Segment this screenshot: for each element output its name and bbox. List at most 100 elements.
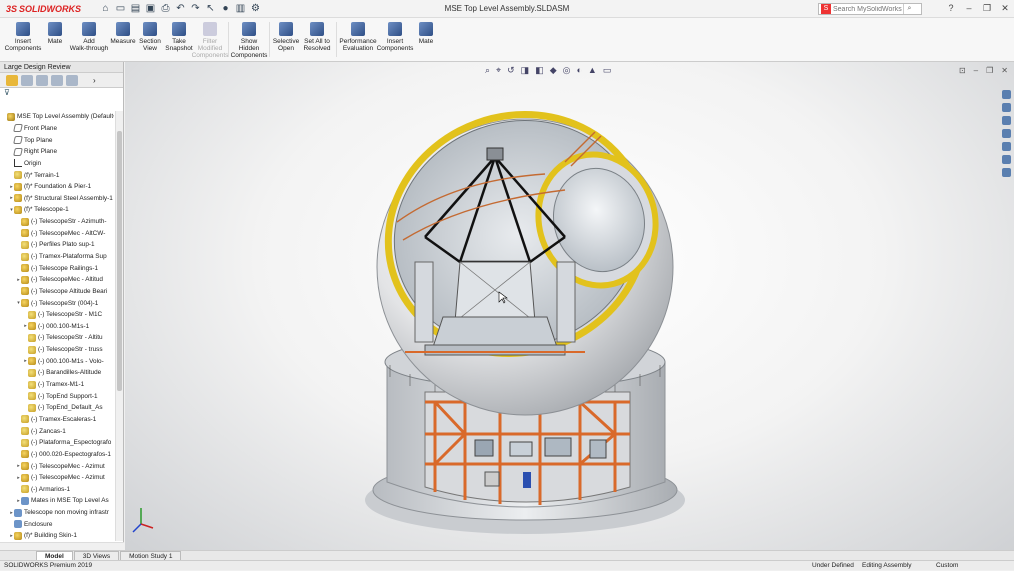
tree-item[interactable]: Top Plane [0, 134, 114, 146]
tree-item[interactable]: (f)* Terrain-1 [0, 169, 114, 181]
tree-item[interactable]: (-) Armarios-1 [0, 484, 114, 496]
feature-manager-tab-icon[interactable] [6, 74, 18, 86]
tree-item[interactable]: (-) Barandilles-Altitude [0, 367, 114, 379]
filter-icon[interactable]: ⊽ [0, 88, 123, 98]
ribbon-button-take-snapshot[interactable]: Take Snapshot [164, 18, 194, 61]
view-palette-icon[interactable] [1002, 129, 1011, 138]
select-icon[interactable]: ↖ [205, 3, 216, 14]
tree-item[interactable]: (-) Tramex-M1-1 [0, 379, 114, 391]
tree-item[interactable]: Origin [0, 158, 114, 170]
tree-item[interactable]: (-) Telescope Railings-1 [0, 262, 114, 274]
tree-item-label: (f)* Building Skin-1 [24, 532, 77, 540]
file-explorer-icon[interactable] [1002, 116, 1011, 125]
ribbon-button-label: Measure [110, 38, 136, 45]
tree-item[interactable]: ▾ (f)* Telescope-1 [0, 204, 114, 216]
tree-item[interactable]: ▸ (-) 000.100-M1s - Volo- [0, 355, 114, 367]
ribbon-button-filter-modified-components[interactable]: Filter Modified Components [192, 18, 228, 61]
tree-item[interactable]: (-) Plataforma_Espectografo [0, 437, 114, 449]
display-manager-tab-icon[interactable] [66, 74, 78, 86]
tab-3d-views[interactable]: 3D Views [73, 551, 120, 560]
part-icon [28, 333, 36, 342]
tree-item[interactable]: ▸ (f)* Foundation & Pier-1 [0, 181, 114, 193]
solidworks-forum-icon[interactable] [1002, 168, 1011, 177]
horizontal-scrollbar[interactable] [0, 542, 124, 550]
tree-item[interactable]: ▾ (-) TelescopeStr (004)-1 [0, 297, 114, 309]
ribbon-button-add-walk-through[interactable]: Add Walk-through [68, 18, 110, 61]
tree-item[interactable]: (-) TopEnd_Default_As [0, 402, 114, 414]
tree-item[interactable]: (-) TelescopeStr - Altitu [0, 332, 114, 344]
property-manager-tab-icon[interactable] [21, 74, 33, 86]
options-icon[interactable]: ⚙ [250, 3, 261, 14]
search-box[interactable]: S ⌕ [818, 3, 922, 15]
part-icon [28, 310, 36, 319]
tree-scrollbar[interactable] [115, 111, 123, 541]
ribbon-button-measure[interactable]: Measure [110, 18, 136, 61]
file-properties-icon[interactable]: ▥ [235, 3, 246, 14]
close-icon[interactable]: ✕ [1000, 3, 1010, 14]
solidworks-resources-icon[interactable] [1002, 90, 1011, 99]
open-file-icon[interactable]: ▤ [130, 3, 141, 14]
tree-item[interactable]: (-) Telescope Altitude Beari [0, 286, 114, 298]
search-icon[interactable]: ⌕ [903, 4, 915, 14]
ribbon-button-mate[interactable]: Mate [42, 18, 68, 61]
tree-item[interactable]: ▸ (f)* Building Skin-1 [0, 530, 114, 542]
tree-item[interactable]: ▸ (-) TelescopeMec - Azimut [0, 460, 114, 472]
tree-item-label: (-) TelescopeStr (004)-1 [31, 299, 99, 307]
tree-item[interactable]: Right Plane [0, 146, 114, 158]
tree-item[interactable]: Front Plane [0, 123, 114, 135]
tree-item[interactable]: (-) TelescopeStr - M1C [0, 309, 114, 321]
tree-item[interactable]: (-) Perfiles Plato sup-1 [0, 239, 114, 251]
solidworks-logo[interactable]: 3S SOLIDWORKS [0, 4, 81, 14]
ribbon-button-mate[interactable]: Mate [413, 18, 439, 61]
tree-item[interactable]: (-) 000.020-Espectografos-1 [0, 449, 114, 461]
chevron-right-icon[interactable]: › [93, 75, 101, 86]
tab-model[interactable]: Model [36, 551, 73, 560]
rebuild-icon[interactable]: ● [220, 3, 231, 14]
home-icon[interactable]: ⌂ [100, 3, 111, 14]
undo-icon[interactable]: ↶ [175, 3, 186, 14]
search-source-icon[interactable]: S [821, 4, 831, 14]
ribbon-button-set-all-to-resolved[interactable]: Set All to Resolved [300, 18, 334, 61]
save-icon[interactable]: ▣ [145, 3, 156, 14]
print-icon[interactable]: ⎙ [160, 3, 171, 14]
tree-item[interactable]: ▸ (f)* Structural Steel Assembly-1 [0, 192, 114, 204]
ribbon-button-section-view[interactable]: Section View [136, 18, 164, 61]
new-file-icon[interactable]: ▭ [115, 3, 126, 14]
tree-item[interactable]: ▸ (-) 000.100-M1s-1 [0, 321, 114, 333]
custom-properties-icon[interactable] [1002, 155, 1011, 164]
restore-icon[interactable]: ❐ [982, 3, 992, 14]
tree-item[interactable]: ▸ (-) TelescopeMec - Azimut [0, 472, 114, 484]
redo-icon[interactable]: ↷ [190, 3, 201, 14]
dimxpert-tab-icon[interactable] [51, 74, 63, 86]
pane-tabs: › [0, 73, 123, 88]
tree-item[interactable]: (-) TopEnd Support-1 [0, 390, 114, 402]
ribbon-button-show-hidden-components[interactable]: Show Hidden Components [231, 18, 267, 61]
search-input[interactable] [833, 5, 903, 13]
tree-item[interactable]: (-) TelescopeStr - truss [0, 344, 114, 356]
ribbon-button-insert-components[interactable]: Insert Components [4, 18, 42, 61]
ribbon-button-selective-open[interactable]: Selective Open [272, 18, 300, 61]
tree-item[interactable]: ▸ (-) TelescopeMec - Altitud [0, 274, 114, 286]
ribbon-button-label: Add Walk-through [69, 38, 109, 52]
tree-item[interactable]: Enclosure [0, 518, 114, 530]
tree-item[interactable]: (-) TelescopeMec - AltCW- [0, 227, 114, 239]
tree-item[interactable]: ▸ Telescope non moving infrastr [0, 507, 114, 519]
tree-item-label: (-) 000.100-M1s-1 [38, 322, 90, 330]
tab-motion-study-1[interactable]: Motion Study 1 [120, 551, 182, 560]
tree-item[interactable]: (-) TelescopeStr - Azimuth- [0, 216, 114, 228]
tree-item[interactable]: (-) Tramex-Escaleras-1 [0, 414, 114, 426]
tree-item[interactable]: (-) Tramex-Plataforma Sup [0, 251, 114, 263]
folder-icon [14, 520, 22, 529]
configuration-manager-tab-icon[interactable] [36, 74, 48, 86]
minimize-icon[interactable]: – [964, 3, 974, 14]
help-icon[interactable]: ? [946, 3, 956, 14]
design-library-icon[interactable] [1002, 103, 1011, 112]
ribbon-button-performance-evaluation[interactable]: Performance Evaluation [339, 18, 377, 61]
tree-item[interactable]: ▸ Mates in MSE Top Level As [0, 495, 114, 507]
scrollbar-thumb[interactable] [117, 131, 122, 391]
tree-item[interactable]: (-) Zancas-1 [0, 425, 114, 437]
appearances-icon[interactable] [1002, 142, 1011, 151]
tree-item[interactable]: MSE Top Level Assembly (Default<Dis [0, 111, 114, 123]
graphics-area[interactable]: ⌕ ⌖ ↺ ◨ ◧ ◆ ◎ ◐ ▲ ▭ ⊡ – ❐ ✕ [125, 62, 1014, 550]
ribbon-button-insert-components[interactable]: Insert Components [377, 18, 413, 61]
